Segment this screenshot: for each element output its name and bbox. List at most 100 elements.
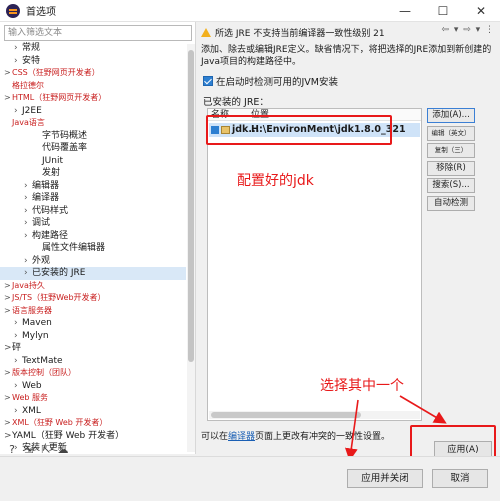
tree-item[interactable]: › 编辑器 [0, 180, 186, 193]
tree-scroll-thumb[interactable] [188, 50, 194, 362]
tree-item[interactable]: › 构建路径 [0, 230, 186, 243]
expand-chevron-icon[interactable]: > [4, 67, 12, 80]
tree-item-label: Mylyn [22, 330, 49, 341]
tree-item[interactable]: >YAML（狂野 Web 开发者） [0, 430, 186, 443]
installed-jre-label: 已安装的 JRE： [203, 97, 269, 108]
import-icon[interactable]: ⇲ [23, 444, 35, 456]
remove-button[interactable]: 移除(R) [427, 160, 475, 176]
title-bar: 首选项 — ☐ ✕ [0, 0, 500, 22]
tree-item[interactable]: >Web 服务 [0, 392, 186, 405]
tree-item[interactable]: >HTML（狂野网页开发者） [0, 92, 186, 105]
tree-item-label: 砰 [12, 343, 22, 353]
help-icon[interactable]: ? [6, 444, 18, 456]
tree-item[interactable]: › Mylyn [0, 330, 186, 343]
eclipse-icon [6, 3, 20, 18]
tree-item[interactable]: 发射 [0, 167, 186, 180]
detect-jvm-option[interactable]: 在启动时检测可用的JVM安装 [203, 74, 338, 88]
tree-item[interactable]: › 调试 [0, 217, 186, 230]
expand-chevron-icon[interactable]: › [24, 192, 32, 205]
tree-item-label: Web 服务 [12, 393, 48, 402]
tree-item[interactable]: › Maven [0, 317, 186, 330]
expand-chevron-icon[interactable]: › [14, 42, 22, 55]
expand-chevron-icon[interactable]: > [4, 342, 12, 355]
tree-item-label: XML（狂野 Web 开发者） [12, 418, 108, 427]
tree-item[interactable]: >语言服务器 [0, 305, 186, 318]
tree-item[interactable]: 代码覆盖率 [0, 142, 186, 155]
window-title: 首选项 [26, 7, 56, 18]
tree-item[interactable]: › 代码样式 [0, 205, 186, 218]
tree-item[interactable]: >CSS（狂野网页开发者） [0, 67, 186, 80]
expand-chevron-icon[interactable]: > [4, 367, 12, 380]
expand-chevron-icon[interactable]: > [4, 392, 12, 405]
close-button[interactable]: ✕ [462, 0, 500, 22]
table-scroll-thumb[interactable] [211, 412, 361, 418]
tree-item[interactable]: › TextMate [0, 355, 186, 368]
tree-scrollbar[interactable] [187, 44, 195, 452]
expand-chevron-icon[interactable]: > [4, 430, 12, 443]
table-horizontal-scrollbar[interactable] [209, 411, 420, 419]
preferences-tree-pane: ›常规›安特>CSS（狂野网页开发者）格拉德尔 >HTML（狂野网页开发者）›J2… [0, 22, 196, 454]
search-button[interactable]: 搜索(S)... [427, 178, 475, 193]
tree-item-label: Maven [22, 318, 52, 328]
cloud-icon[interactable]: ☁ [57, 444, 69, 456]
expand-chevron-icon[interactable]: > [4, 92, 12, 105]
footer-icons: ? ⇲ ⇱ ☁ [6, 444, 69, 456]
expand-chevron-icon[interactable]: › [14, 405, 22, 418]
minimize-button[interactable]: — [386, 0, 424, 22]
tree-item[interactable]: >版本控制（团队） [0, 367, 186, 380]
compiler-link-line: 可以在编译器页面上更改有冲突的一致性设置。 [201, 429, 390, 442]
tree-item-label: Java语言 [12, 118, 45, 127]
tree-item[interactable]: >XML（狂野 Web 开发者） [0, 417, 186, 430]
expand-chevron-icon[interactable]: › [24, 230, 32, 243]
tree-item[interactable]: >Java持久 [0, 280, 186, 293]
tree-item-label: 外观 [32, 255, 51, 266]
expand-chevron-icon[interactable]: › [14, 380, 22, 393]
expand-chevron-icon[interactable]: › [14, 355, 22, 368]
detect-jvm-label: 在启动时检测可用的JVM安装 [216, 77, 338, 88]
expand-chevron-icon[interactable]: › [24, 205, 32, 218]
tree-item[interactable]: › 编译器 [0, 192, 186, 205]
tree-item[interactable]: >JS/TS（狂野Web开发者） [0, 292, 186, 305]
copy-button[interactable]: 复制（三） [427, 143, 475, 158]
tree-item-label: 发射 [42, 168, 61, 178]
expand-chevron-icon[interactable]: › [24, 180, 32, 193]
tree-item[interactable]: › 已安装的 JRE [0, 267, 186, 280]
tree-item-label: 格拉德尔 [12, 80, 44, 90]
tree-item[interactable]: › 外观 [0, 255, 186, 268]
tree-item[interactable]: JUnit [0, 155, 186, 168]
compiler-link[interactable]: 编译器 [228, 432, 255, 442]
expand-chevron-icon[interactable]: › [14, 55, 22, 68]
expand-chevron-icon[interactable]: › [14, 105, 22, 118]
detect-jvm-checkbox[interactable] [203, 76, 213, 86]
tree-item[interactable]: 属性文件编辑器 [0, 242, 186, 255]
tree-item[interactable]: › Web [0, 380, 186, 393]
tree-item[interactable]: › XML [0, 405, 186, 418]
export-icon[interactable]: ⇱ [40, 444, 52, 456]
tree-item[interactable]: › 常规 [0, 42, 186, 55]
expand-chevron-icon[interactable]: › [14, 317, 22, 330]
expand-chevron-icon[interactable]: › [24, 217, 32, 230]
tree-item-label: 代码样式 [32, 205, 69, 216]
tree-item[interactable]: Java语言 [0, 117, 186, 130]
filter-input[interactable] [4, 25, 192, 41]
tree-item[interactable]: 字节码概述 [0, 130, 186, 143]
maximize-button[interactable]: ☐ [424, 0, 462, 22]
expand-chevron-icon[interactable]: > [4, 305, 12, 318]
expand-chevron-icon[interactable]: › [24, 267, 32, 280]
tree-item-label: 已安装的 JRE [32, 268, 86, 278]
apply-and-close-button[interactable]: 应用并关闭 [347, 469, 423, 488]
expand-chevron-icon[interactable]: > [4, 292, 12, 305]
autodetect-button[interactable]: 自动检测 [427, 195, 475, 211]
expand-chevron-icon[interactable]: › [14, 330, 22, 343]
edit-button[interactable]: 编辑（英文） [427, 125, 475, 141]
expand-chevron-icon[interactable]: > [4, 417, 12, 430]
nav-arrows[interactable]: ⇦ ▾ ⇨ ▾ ⋮ [441, 25, 495, 35]
tree-item[interactable]: › 安特 [0, 55, 186, 68]
cancel-button[interactable]: 取消 [432, 469, 488, 488]
expand-chevron-icon[interactable]: > [4, 280, 12, 293]
tree-item[interactable]: 格拉德尔 [0, 80, 186, 93]
tree-item[interactable]: › J2EE [0, 105, 186, 118]
add-button[interactable]: 添加(A)... [427, 108, 475, 123]
expand-chevron-icon[interactable]: › [24, 255, 32, 268]
tree-item[interactable]: >砰 [0, 342, 186, 355]
